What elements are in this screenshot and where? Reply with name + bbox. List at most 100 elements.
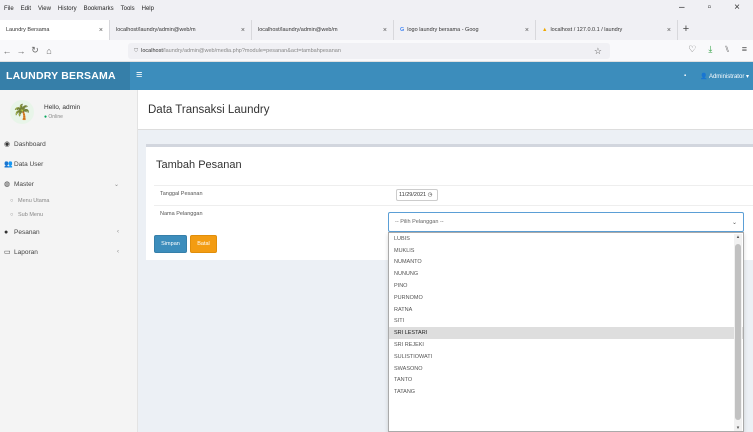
sidebar-subitem-label: Menu Utama xyxy=(18,198,50,204)
menu-history[interactable]: History xyxy=(58,6,77,12)
menu-view[interactable]: View xyxy=(38,6,51,12)
sidebar-item-label: Dashboard xyxy=(14,140,46,148)
customer-label: Nama Pelanggan xyxy=(160,211,203,217)
dropdown-option[interactable]: PURNOMO xyxy=(389,292,743,304)
minimize-icon[interactable]: – xyxy=(679,2,685,13)
dropdown-option[interactable]: SULISTIOWATI xyxy=(389,351,743,363)
scrollbar-thumb[interactable] xyxy=(735,244,741,420)
chevron-down-icon: ⌄ xyxy=(731,219,737,226)
app-logo[interactable]: LAUNDRY BERSAMA xyxy=(0,62,130,90)
tab-close-icon[interactable]: × xyxy=(663,27,671,34)
online-dot-icon: ● xyxy=(44,114,48,120)
dropdown-option[interactable]: PINO xyxy=(389,280,743,292)
app-header: LAUNDRY BERSAMA ≡ ▪ 👤 Administrator ▾ xyxy=(0,62,753,90)
back-icon[interactable]: ← xyxy=(0,46,14,56)
user-menu-label: Administrator xyxy=(708,73,745,80)
dropdown-scrollbar[interactable]: ▴ ▾ xyxy=(734,234,742,431)
tab-title: localhost / 127.0.0.1 / laundry xyxy=(550,27,623,33)
avatar: 🌴 xyxy=(10,100,34,124)
sidebar-item-dashboard[interactable]: ◉ Dashboard xyxy=(0,134,137,154)
dropdown-option-selected[interactable]: SRI LESTARI xyxy=(389,327,743,340)
tab-title: localhost/laundry/admin@web/m xyxy=(258,27,338,33)
tab-close-icon[interactable]: × xyxy=(95,27,103,34)
sidebar-item-pesanan[interactable]: ● Pesanan ‹ xyxy=(0,222,137,242)
address-bar[interactable]: ⛉ localhost /laundry/admin@web/media.php… xyxy=(128,43,610,59)
dropdown-option[interactable]: LUBIS xyxy=(389,233,743,245)
window-controls: – ▫ × xyxy=(679,2,747,13)
header-right: ▪ 👤 Administrator ▾ xyxy=(684,62,749,90)
menu-edit[interactable]: Edit xyxy=(21,6,31,12)
dropdown-option[interactable]: RATNA xyxy=(389,304,743,316)
dropdown-option[interactable]: TANTO xyxy=(389,375,743,387)
tab-title: Laundry Bersama xyxy=(6,27,50,33)
download-icon[interactable]: ⤓ xyxy=(708,44,712,55)
page-title: Data Transaksi Laundry xyxy=(138,90,753,130)
sidebar-item-label: Master xyxy=(14,180,34,188)
form-title: Tambah Pesanan xyxy=(156,159,242,171)
dropdown-option[interactable]: SWASONO xyxy=(389,363,743,375)
close-window-icon[interactable]: × xyxy=(734,2,740,13)
user-status: ● Online xyxy=(44,114,80,120)
circle-icon: ● xyxy=(4,228,9,236)
circle-small-icon: ○ xyxy=(10,212,14,218)
sidebar-subitem-sub-menu[interactable]: ○ Sub Menu xyxy=(0,208,137,222)
reload-icon[interactable]: ↻ xyxy=(28,45,42,56)
database-icon: ◍ xyxy=(4,181,11,188)
customer-select[interactable]: -- Pilih Pelanggan -- ⌄ xyxy=(388,212,744,232)
maximize-icon[interactable]: ▫ xyxy=(708,2,712,13)
sidebar-item-master[interactable]: ◍ Master ⌄ xyxy=(0,174,137,194)
browser-toolbar-right: ♡ ⤓ ⑊ ≡ xyxy=(688,44,747,55)
user-menu[interactable]: 👤 Administrator ▾ xyxy=(700,73,749,80)
bookmark-star-icon[interactable]: ☆ xyxy=(594,46,602,57)
tab-close-icon[interactable]: × xyxy=(237,27,245,34)
menu-file[interactable]: File xyxy=(4,6,14,12)
date-value: 11/29/2021 xyxy=(399,192,427,198)
forward-icon[interactable]: → xyxy=(14,46,28,56)
menu-help[interactable]: Help xyxy=(142,6,154,12)
dropdown-option[interactable]: NUMANTO xyxy=(389,257,743,269)
chevron-left-icon: ‹ xyxy=(117,229,119,235)
browser-tab[interactable]: localhost/laundry/admin@web/m × xyxy=(252,20,394,40)
tab-title: logo laundry bersama - Goog xyxy=(407,27,479,33)
sidebar-item-laporan[interactable]: ▭ Laporan ‹ xyxy=(0,242,137,262)
chevron-left-icon: ‹ xyxy=(117,249,119,255)
home-icon[interactable]: ⌂ xyxy=(42,46,56,56)
customer-dropdown-list: LUBIS MUKLIS NUMANTO NUNUNG PINO PURNOMO… xyxy=(388,232,744,432)
tab-close-icon[interactable]: × xyxy=(379,27,387,34)
dropdown-option[interactable]: SITI xyxy=(389,316,743,328)
menu-tools[interactable]: Tools xyxy=(121,6,135,12)
dropdown-option[interactable]: TATANG xyxy=(389,386,743,398)
messages-icon[interactable]: ▪ xyxy=(684,73,686,79)
menu-bookmarks[interactable]: Bookmarks xyxy=(84,6,114,12)
browser-tab[interactable]: G logo laundry bersama - Goog × xyxy=(394,20,536,40)
phpmyadmin-icon: ▲ xyxy=(542,27,548,33)
divider xyxy=(154,205,753,206)
cancel-button[interactable]: Batal xyxy=(190,235,217,253)
user-panel: 🌴 Hello, admin ● Online xyxy=(0,90,137,134)
sidebar-item-label: Data User xyxy=(14,160,44,168)
sidebar-toggle-icon[interactable]: ≡ xyxy=(136,69,142,81)
pocket-icon[interactable]: ♡ xyxy=(688,44,696,55)
dropdown-option[interactable]: SRI REJEKI xyxy=(389,339,743,351)
new-tab-icon[interactable]: + xyxy=(678,23,694,35)
scroll-down-icon[interactable]: ▾ xyxy=(734,425,742,431)
browser-tabbar: Laundry Bersama × localhost/laundry/admi… xyxy=(0,18,753,40)
library-icon[interactable]: ⑊ xyxy=(724,44,729,55)
dropdown-option[interactable]: MUKLIS xyxy=(389,245,743,257)
tab-close-icon[interactable]: × xyxy=(521,27,529,34)
date-field[interactable]: 11/29/2021 ◷ xyxy=(396,189,438,201)
sidebar-subitem-label: Sub Menu xyxy=(18,212,44,218)
dropdown-option[interactable]: NUNUNG xyxy=(389,268,743,280)
users-icon: 👥 xyxy=(4,161,13,168)
browser-tab[interactable]: ▲ localhost / 127.0.0.1 / laundry × xyxy=(536,20,678,40)
browser-menubar: File Edit View History Bookmarks Tools H… xyxy=(0,0,753,18)
browser-tab[interactable]: Laundry Bersama × xyxy=(0,20,110,40)
circle-small-icon: ○ xyxy=(10,198,14,204)
save-button[interactable]: Simpan xyxy=(154,235,187,253)
browser-menu-icon[interactable]: ≡ xyxy=(742,44,747,55)
sidebar-subitem-menu-utama[interactable]: ○ Menu Utama xyxy=(0,194,137,208)
url-path: /laundry/admin@web/media.php?module=pesa… xyxy=(162,48,341,54)
scroll-up-icon[interactable]: ▴ xyxy=(734,234,742,240)
browser-tab[interactable]: localhost/laundry/admin@web/m × xyxy=(110,20,252,40)
sidebar-item-data-user[interactable]: 👥 Data User xyxy=(0,154,137,174)
